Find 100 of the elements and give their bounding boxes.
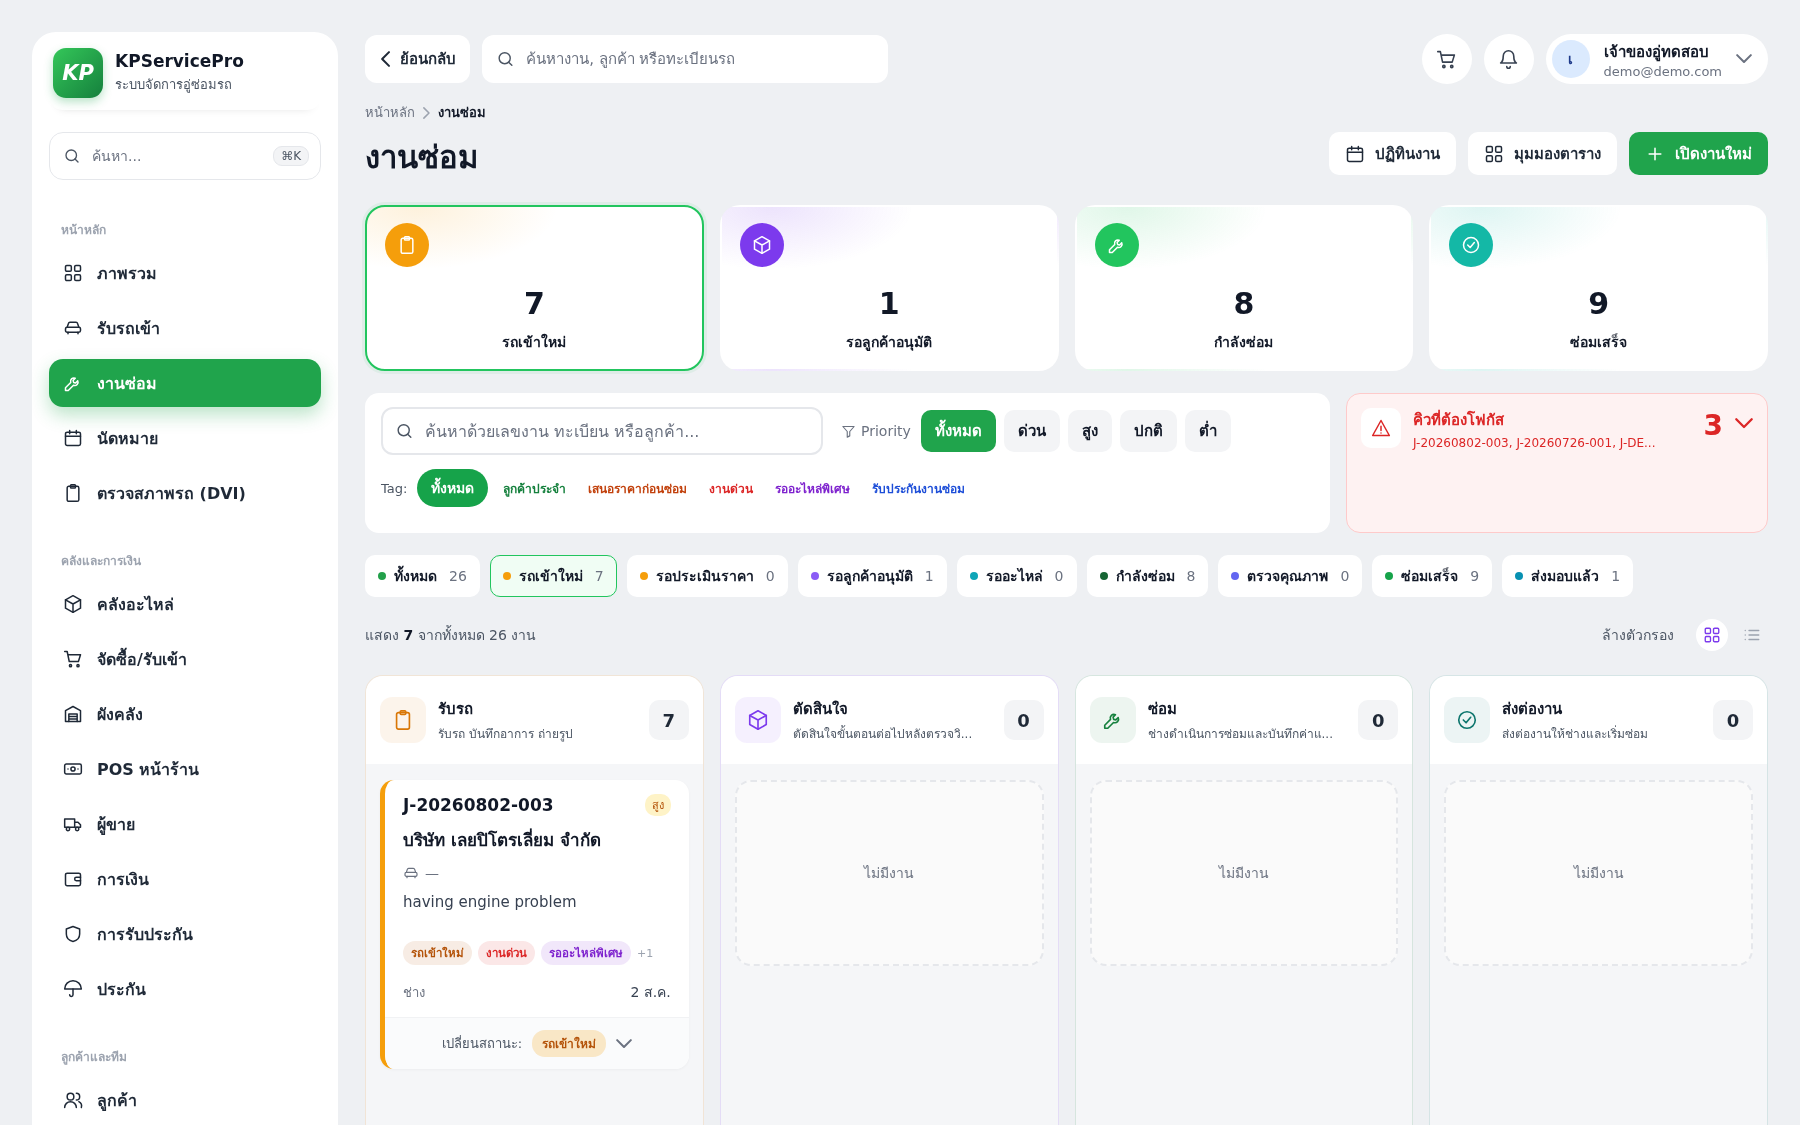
- warning-icon: [1371, 418, 1391, 439]
- filter-label: Priority: [861, 423, 911, 440]
- back-button[interactable]: ย้อนกลับ: [365, 35, 471, 83]
- column-subtitle: ช่างดำเนินการซ่อมและบันทึกค่าแ...: [1147, 726, 1334, 744]
- empty-message: ไม่มีงาน: [1573, 864, 1624, 884]
- focus-panel[interactable]: คิวที่ต้องโฟกัส J-20260802-003, J-20260726-001, J-DE... 3: [1346, 393, 1768, 534]
- priority-badge: สูง: [644, 794, 671, 817]
- nav-item[interactable]: การเงิน: [49, 855, 321, 903]
- shield-icon: [63, 924, 83, 944]
- nav-item[interactable]: จัดซื้อ/รับเข้า: [49, 635, 321, 683]
- breadcrumb-item: งานซ่อม: [437, 104, 486, 122]
- column-subtitle: ตัดสินใจขั้นตอนต่อไปหลังตรวจวิ...: [792, 724, 974, 744]
- search-field[interactable]: ค้นหาด้วยเลขงาน ทะเบียน หรือลูกค้า...: [381, 407, 823, 456]
- status-filter-chip[interactable]: รอประเมินราคา 0: [626, 555, 788, 598]
- problem-text: having engine problem: [403, 893, 578, 912]
- result-summary: แสดง 7 จากทั้งหมด 26 งาน: [365, 624, 537, 646]
- app-subtitle: ระบบจัดการอู่ซ่อมรถ: [115, 76, 233, 95]
- breadcrumb-item[interactable]: หน้าหลัก: [365, 102, 415, 123]
- page-title: งานซ่อม: [365, 138, 479, 177]
- stat-card[interactable]: 9 ซ่อมเสร็จ: [1429, 205, 1768, 372]
- status-filter-chip[interactable]: รออะไหล่ 0: [956, 555, 1077, 598]
- status-filter-chip[interactable]: ตรวจคุณภาพ 0: [1218, 555, 1363, 598]
- column-subtitle: รับรถ บันทึกอาการ ถ่ายรูป: [438, 726, 574, 744]
- stat-label: รถเข้าใหม่: [502, 332, 567, 353]
- search-field[interactable]: ค้นหางาน, ลูกค้า หรือทะเบียนรถ: [482, 35, 889, 83]
- user-menu[interactable]: เ เจ้าของอู่ทดสอบ demo@demo.com: [1545, 34, 1768, 84]
- clear-filters-link[interactable]: ล้างตัวกรอง: [1596, 623, 1680, 648]
- nav-item[interactable]: รับรถเข้า: [49, 304, 321, 352]
- users-icon: [63, 1090, 83, 1110]
- chevron-left-icon: [381, 51, 391, 67]
- nav-item[interactable]: ภาพรวม: [49, 249, 321, 297]
- column-title: รับรถ: [438, 699, 474, 721]
- chevron-right-icon: [423, 106, 430, 119]
- status-dropdown[interactable]: รถเข้าใหม่: [532, 1030, 607, 1058]
- section-heading: หน้าหลัก: [61, 222, 107, 239]
- priority-chip[interactable]: ด่วน: [1003, 410, 1060, 453]
- priority-chip[interactable]: ต่ำ: [1184, 410, 1231, 453]
- column-title: ซ่อม: [1147, 699, 1178, 721]
- grid-view-button[interactable]: [1696, 619, 1728, 652]
- more-tags-count: +1: [637, 946, 654, 960]
- avatar: เ: [1551, 40, 1590, 78]
- tag-badge: งานด่วน: [478, 941, 535, 966]
- nav-item[interactable]: ลูกค้า: [49, 1076, 321, 1124]
- focus-title: คิวที่ต้องโฟกัส: [1413, 408, 1505, 432]
- box-icon: [63, 594, 83, 614]
- status-filter-chip[interactable]: ทั้งหมด 26: [365, 555, 480, 598]
- stat-card[interactable]: 8 กำลังซ่อม: [1074, 205, 1414, 372]
- search-icon: [63, 147, 81, 165]
- bell-icon: [1498, 48, 1520, 70]
- plate-number: —: [425, 865, 439, 882]
- drop-zone[interactable]: ไม่มีงาน: [1444, 780, 1753, 967]
- table-view-button[interactable]: มุมมองตาราง: [1468, 132, 1617, 176]
- chevron-down-icon: [1735, 418, 1753, 429]
- status-filter-chip[interactable]: กำลังซ่อม 8: [1086, 555, 1209, 598]
- nav-item[interactable]: การรับประกัน: [49, 910, 321, 958]
- nav-item[interactable]: ผังคลัง: [49, 690, 321, 738]
- nav-item[interactable]: ผู้ขาย: [49, 800, 321, 848]
- job-card[interactable]: J-20260802-003 สูง บริษัท เลยปิโตรเลี่ยม จำกัด — having engine problem รถเข้าใหม่ งานด่วน รออะไหล่พิเศษ +1 ช่าง 2 ส.ค. เปลี่ยนสถานะ: รถเข้าใหม่: [380, 780, 689, 1070]
- grid-icon: [1484, 143, 1504, 164]
- notification-button[interactable]: [1483, 34, 1534, 84]
- calendar-icon: [1345, 143, 1365, 164]
- stat-value: 1: [878, 286, 900, 322]
- status-filter-chip[interactable]: รถเข้าใหม่ 7: [489, 555, 617, 598]
- grid-icon: [1703, 626, 1721, 645]
- box-icon: [751, 235, 772, 256]
- column-subtitle: ส่งต่องานให้ช่างและเริ่มซ่อม: [1502, 724, 1650, 744]
- stat-card[interactable]: 1 รอลูกค้าอนุมัติ: [719, 205, 1059, 372]
- job-number: J-20260802-003: [403, 795, 554, 816]
- stat-card[interactable]: 7 รถเข้าใหม่: [365, 205, 704, 372]
- nav-item[interactable]: ประกัน: [49, 965, 321, 1013]
- app-name: KPServicePro: [115, 51, 244, 71]
- nav-item[interactable]: ตรวจสภาพรถ (DVI): [49, 469, 321, 517]
- nav-item[interactable]: นัดหมาย: [49, 414, 321, 462]
- calendar-icon: [63, 428, 83, 448]
- drop-zone[interactable]: ไม่มีงาน: [734, 780, 1044, 967]
- warehouse-icon: [63, 704, 83, 724]
- priority-chip[interactable]: สูง: [1067, 410, 1112, 453]
- empty-message: ไม่มีงาน: [864, 864, 915, 884]
- job-date: 2 ส.ค.: [630, 983, 671, 1003]
- check-circle-icon: [1461, 235, 1482, 256]
- status-filter-chip[interactable]: รอลูกค้าอนุมัติ 1: [797, 555, 947, 598]
- calendar-button[interactable]: ปฏิทินงาน: [1329, 132, 1456, 176]
- umbrella-icon: [63, 979, 83, 999]
- clipboard-icon: [397, 235, 417, 256]
- nav-item[interactable]: คลังอะไหล่: [49, 580, 321, 628]
- nav-item[interactable]: POS หน้าร้าน: [49, 745, 321, 793]
- drop-zone[interactable]: ไม่มีงาน: [1089, 780, 1399, 967]
- stat-label: ซ่อมเสร็จ: [1570, 332, 1628, 353]
- customer-name: บริษัท เลยปิโตรเลี่ยม จำกัด: [403, 827, 602, 853]
- tag-label: Tag:: [381, 480, 408, 496]
- priority-chip[interactable]: ปกติ: [1119, 410, 1177, 453]
- cart-button[interactable]: [1421, 34, 1472, 84]
- wallet-icon: [63, 869, 83, 889]
- user-email: demo@demo.com: [1603, 63, 1722, 79]
- stat-value: 7: [523, 286, 545, 322]
- status-label: เปลี่ยนสถานะ:: [441, 1034, 523, 1054]
- grid-icon: [63, 263, 83, 283]
- status-filter-chip[interactable]: ซ่อมเสร็จ 9: [1372, 555, 1493, 598]
- stat-value: 8: [1233, 286, 1255, 322]
- status-filter-chip[interactable]: ส่งมอบแล้ว 1: [1502, 555, 1634, 598]
